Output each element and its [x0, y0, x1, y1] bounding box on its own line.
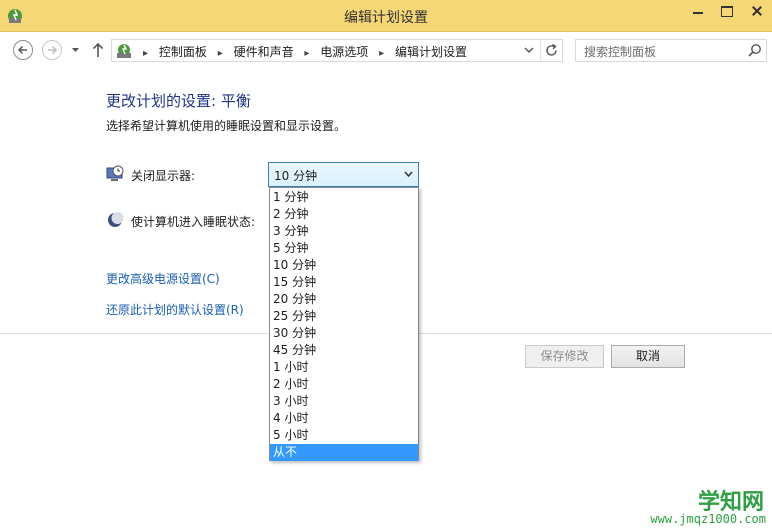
refresh-button[interactable]	[540, 40, 562, 61]
close-button[interactable]	[741, 0, 772, 22]
breadcrumb-separator-icon[interactable]: ▸	[379, 48, 384, 59]
control-panel-icon	[117, 44, 131, 58]
search-input[interactable]: 搜索控制面板	[575, 39, 767, 62]
monitor-clock-icon	[106, 165, 124, 181]
restore-default-settings-link[interactable]: 还原此计划的默认设置(R)	[106, 301, 244, 318]
dropdown-option[interactable]: 1 分钟	[270, 189, 418, 206]
back-button[interactable]	[13, 40, 33, 60]
dropdown-option[interactable]: 2 小时	[270, 376, 418, 393]
maximize-button[interactable]	[713, 0, 739, 22]
chevron-down-icon	[524, 47, 534, 53]
display-off-selected-value: 10 分钟	[274, 169, 318, 183]
dropdown-option[interactable]: 3 小时	[270, 393, 418, 410]
forward-arrow-icon	[48, 45, 58, 55]
title-bar: 编辑计划设置	[0, 0, 772, 32]
display-off-options-list[interactable]: 1 分钟 2 分钟 3 分钟 5 分钟 10 分钟 15 分钟 20 分钟 25 分钟 30 分…	[269, 187, 419, 461]
cancel-button[interactable]: 取消	[611, 345, 685, 368]
breadcrumb-separator-icon: ▸	[143, 48, 149, 59]
watermark: 学知网 www.jmqz1000.com	[650, 484, 768, 528]
dropdown-option[interactable]: 25 分钟	[270, 308, 418, 325]
change-advanced-power-settings-link[interactable]: 更改高级电源设置(C)	[106, 270, 220, 287]
dropdown-option[interactable]: 15 分钟	[270, 274, 418, 291]
up-arrow-icon[interactable]	[91, 42, 105, 58]
watermark-url: www.jmqz1000.com	[650, 512, 766, 526]
search-icon[interactable]	[747, 43, 762, 58]
breadcrumb-item-power-options[interactable]: 电源选项	[320, 45, 368, 59]
dropdown-option[interactable]: 45 分钟	[270, 342, 418, 359]
dropdown-option[interactable]: 3 分钟	[270, 223, 418, 240]
address-bar[interactable]: ▸ 控制面板 ▸ 硬件和声音 ▸ 电源选项 ▸ 编辑计划设置	[111, 39, 563, 62]
page-title: 更改计划的设置: 平衡	[106, 92, 251, 110]
minimize-button[interactable]	[685, 0, 711, 22]
recent-locations-chevron-icon[interactable]	[71, 46, 80, 55]
search-placeholder: 搜索控制面板	[584, 45, 657, 59]
display-off-label: 关闭显示器:	[131, 169, 196, 183]
breadcrumb: ▸ 控制面板 ▸ 硬件和声音 ▸ 电源选项 ▸ 编辑计划设置	[136, 43, 467, 60]
dropdown-option[interactable]: 从不	[270, 444, 418, 461]
chevron-down-icon	[404, 171, 413, 178]
window-title: 编辑计划设置	[344, 10, 428, 26]
dropdown-option[interactable]: 20 分钟	[270, 291, 418, 308]
forward-button[interactable]	[42, 40, 62, 60]
breadcrumb-separator-icon[interactable]: ▸	[218, 48, 223, 59]
navigation-bar: ▸ 控制面板 ▸ 硬件和声音 ▸ 电源选项 ▸ 编辑计划设置 搜索控制面板	[0, 33, 772, 66]
refresh-icon	[546, 43, 557, 56]
dropdown-option[interactable]: 5 小时	[270, 427, 418, 444]
save-changes-button[interactable]: 保存修改	[525, 345, 604, 368]
address-history-button[interactable]	[518, 40, 540, 61]
dropdown-option[interactable]: 1 小时	[270, 359, 418, 376]
breadcrumb-item-hardware-sound[interactable]: 硬件和声音	[234, 45, 294, 59]
sleep-label: 使计算机进入睡眠状态:	[131, 215, 256, 229]
back-arrow-icon	[17, 45, 27, 55]
breadcrumb-separator-icon[interactable]: ▸	[304, 48, 309, 59]
display-off-select[interactable]: 10 分钟	[268, 162, 419, 187]
page-subtitle: 选择希望计算机使用的睡眠设置和显示设置。	[106, 119, 347, 133]
dropdown-option[interactable]: 5 分钟	[270, 240, 418, 257]
dropdown-option[interactable]: 2 分钟	[270, 206, 418, 223]
dropdown-option[interactable]: 4 小时	[270, 410, 418, 427]
dropdown-option[interactable]: 10 分钟	[270, 257, 418, 274]
sleep-moon-icon	[108, 212, 124, 227]
dropdown-option[interactable]: 30 分钟	[270, 325, 418, 342]
breadcrumb-item-edit-plan[interactable]: 编辑计划设置	[395, 45, 467, 59]
breadcrumb-item-control-panel[interactable]: 控制面板	[159, 45, 207, 59]
